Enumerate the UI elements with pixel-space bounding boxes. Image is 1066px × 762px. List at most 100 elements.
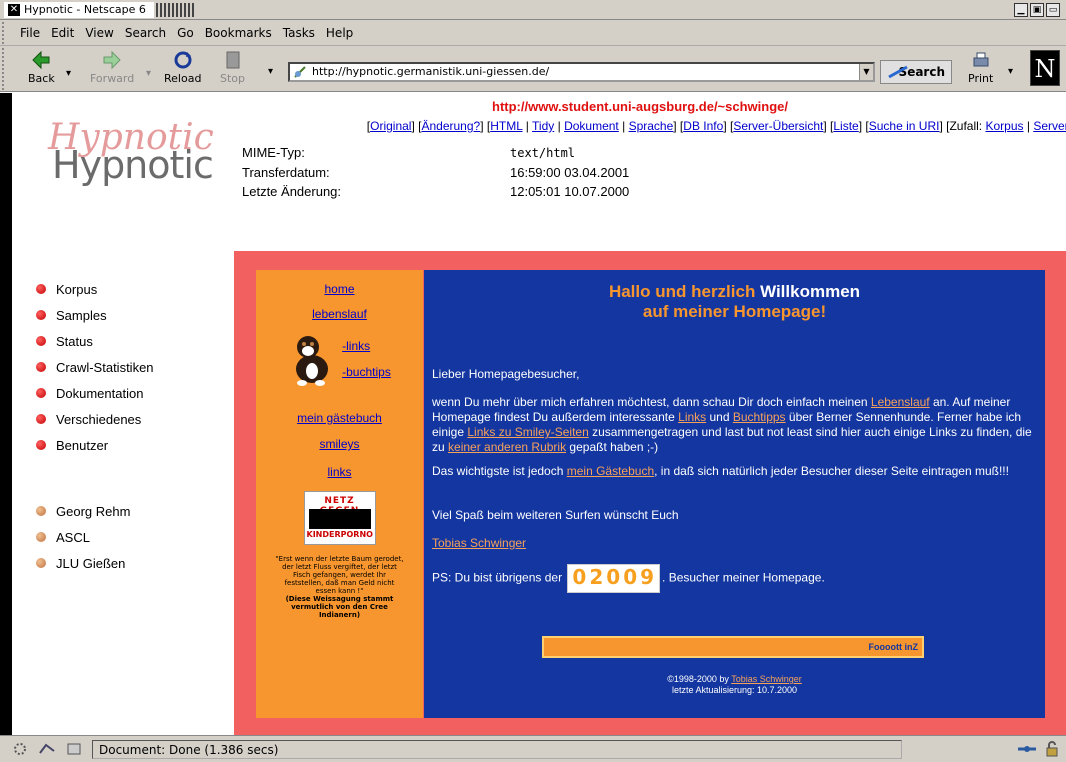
intro-text: und [706,410,733,424]
sidebar-item-samples[interactable]: Samples [36,302,154,328]
sidebar-item-georg-rehm[interactable]: Georg Rehm [36,498,154,524]
other-rubrik-link[interactable]: keiner anderen Rubrik [448,440,566,454]
menu-go[interactable]: Go [177,26,194,40]
url-history-dropdown-icon[interactable]: ▾ [268,66,273,77]
menu-view[interactable]: View [85,26,113,40]
menu-bar: File Edit View Search Go Bookmarks Tasks… [0,20,1066,46]
link-aenderung[interactable]: Änderung? [421,119,480,133]
hypnotic-toolbar-links: [Original] [Änderung?] [HTML | Tidy | Do… [242,119,1066,133]
archived-main: Hallo und herzlich Willkommen auf meiner… [424,270,1045,718]
print-dropdown-icon[interactable]: ▾ [1008,66,1013,77]
sidebar-item-label: Benutzer [56,437,109,453]
link-server-uebersicht[interactable]: Server-Übersicht [733,119,823,133]
sidebar-item-label: JLU Gießen [56,555,126,571]
sidebar-item-crawl-statistiken[interactable]: Crawl-Statistiken [36,354,154,380]
navigator-icon[interactable] [12,741,28,757]
search-button[interactable]: Search [880,60,952,84]
menu-search[interactable]: Search [125,26,166,40]
menu-edit[interactable]: Edit [51,26,74,40]
link-original[interactable]: Original [370,119,411,133]
netz-gegen-kinderporno-banner[interactable]: NETZ GEGEN KINDERPORNO [256,491,423,545]
banner-black-bar [308,509,371,529]
nav-gaestebuch-link[interactable]: mein gästebuch [297,411,382,425]
window-menu-icon[interactable]: ✕ [8,3,20,16]
farewell-text: Viel Spaß beim weiteren Surfen wünscht E… [432,508,679,522]
toolbar-grip[interactable] [2,48,10,90]
intro-paragraph: wenn Du mehr über mich erfahren möchtest… [432,395,1032,455]
link-sprache[interactable]: Sprache [629,119,674,133]
nav-buchtips-link[interactable]: -buchtips [342,365,391,379]
sidebar-item-ascl[interactable]: ASCL [36,524,154,550]
back-dropdown-icon[interactable]: ▾ [66,68,71,79]
forward-dropdown-icon[interactable]: ▾ [146,68,151,79]
link-html[interactable]: HTML [490,119,522,133]
page-proxy-icon[interactable] [293,65,307,79]
link-liste[interactable]: Liste [833,119,858,133]
meta-label: Transferdatum: [242,165,330,180]
copyright-author-link[interactable]: Tobias Schwinger [731,674,802,684]
sidebar-item-status[interactable]: Status [36,328,154,354]
forward-button[interactable]: Forward [90,50,134,85]
url-input[interactable]: http://hypnotic.germanistik.uni-giessen.… [288,62,875,82]
online-status-icon[interactable] [1016,742,1038,756]
reload-button[interactable]: Reload [164,50,201,85]
menubar-grip[interactable] [2,22,10,44]
link-zufall-server[interactable]: Server [1033,119,1066,133]
sidebar-item-korpus[interactable]: Korpus [36,276,154,302]
hypnotic-logo: Hypnotic Hypnotic [38,107,238,195]
cree-quote-note: (Diese Weissagung stammt vermutlich von … [285,595,394,619]
hypnotic-logo-text: Hypnotic [52,143,214,187]
window-titlebar: ✕ Hypnotic - Netscape 6 ▁ ▣ ▭ [0,0,1066,20]
link-dokument[interactable]: Dokument [564,119,619,133]
menu-file[interactable]: File [20,26,40,40]
footer-banner-bar[interactable]: Foooott inZ [542,636,924,658]
status-text: Document: Done (1.386 secs) [92,739,902,759]
nav-home-link[interactable]: home [324,282,354,296]
print-button[interactable]: Print [968,50,993,85]
maximize-button[interactable]: ▣ [1030,3,1044,17]
sidebar-item-jlu-giessen[interactable]: JLU Gießen [36,550,154,576]
lebenslauf-link[interactable]: Lebenslauf [871,395,930,409]
footer-banner-label: Foooott inZ [868,642,918,652]
links-link[interactable]: Links [678,410,706,424]
stop-icon [226,51,239,69]
close-button[interactable]: ▭ [1046,3,1060,17]
search-icon [888,65,908,79]
link-tidy[interactable]: Tidy [532,119,554,133]
guestbook-link[interactable]: mein Gästebuch [567,464,654,478]
link-suche-in-uri[interactable]: Suche in URI [869,119,940,133]
sidebar-item-dokumentation[interactable]: Dokumentation [36,380,154,406]
last-update: letzte Aktualisierung: 10.7.2000 [671,685,798,695]
composer-icon[interactable] [66,741,82,757]
url-dropdown-icon[interactable]: ▼ [859,64,873,80]
nav-links-sub-link[interactable]: -links [342,339,370,353]
forward-arrow-icon [103,50,121,70]
nav-lebenslauf-link[interactable]: lebenslauf [312,307,367,321]
stop-button[interactable]: Stop [220,50,245,85]
menu-help[interactable]: Help [326,26,353,40]
menu-bookmarks[interactable]: Bookmarks [205,26,272,40]
minimize-button[interactable]: ▁ [1014,3,1028,17]
bullet-icon [36,362,46,372]
smiley-links-link[interactable]: Links zu Smiley-Seiten [467,425,588,439]
back-button[interactable]: Back [28,50,55,85]
intro-text: wenn Du mehr über mich erfahren möchtest… [432,395,871,409]
cree-quote: "Erst wenn der letzte Baum gerodet, der … [275,555,404,595]
ps-text: . Besucher meiner Homepage. [662,570,825,585]
author-link[interactable]: Tobias Schwinger [432,536,526,550]
copyright-text: ©1998-2000 by [667,674,732,684]
buchtipps-link[interactable]: Buchtipps [733,410,786,424]
nav-smileys-link[interactable]: smileys [319,437,359,451]
guestbook-paragraph: Das wichtigste ist jedoch mein Gästebuch… [432,464,1032,479]
menu-tasks[interactable]: Tasks [283,26,315,40]
mail-icon[interactable] [38,741,56,757]
link-zufall-korpus[interactable]: Korpus [985,119,1023,133]
security-lock-icon[interactable] [1044,741,1060,757]
bullet-icon [36,506,46,516]
nav-links-link[interactable]: links [327,465,351,479]
sidebar-item-verschiedenes[interactable]: Verschiedenes [36,406,154,432]
link-db-info[interactable]: DB Info [683,119,723,133]
netscape-logo-icon[interactable]: N [1030,50,1060,86]
meta-value: 16:59:00 03.04.2001 [510,165,630,180]
sidebar-item-benutzer[interactable]: Benutzer [36,432,154,458]
